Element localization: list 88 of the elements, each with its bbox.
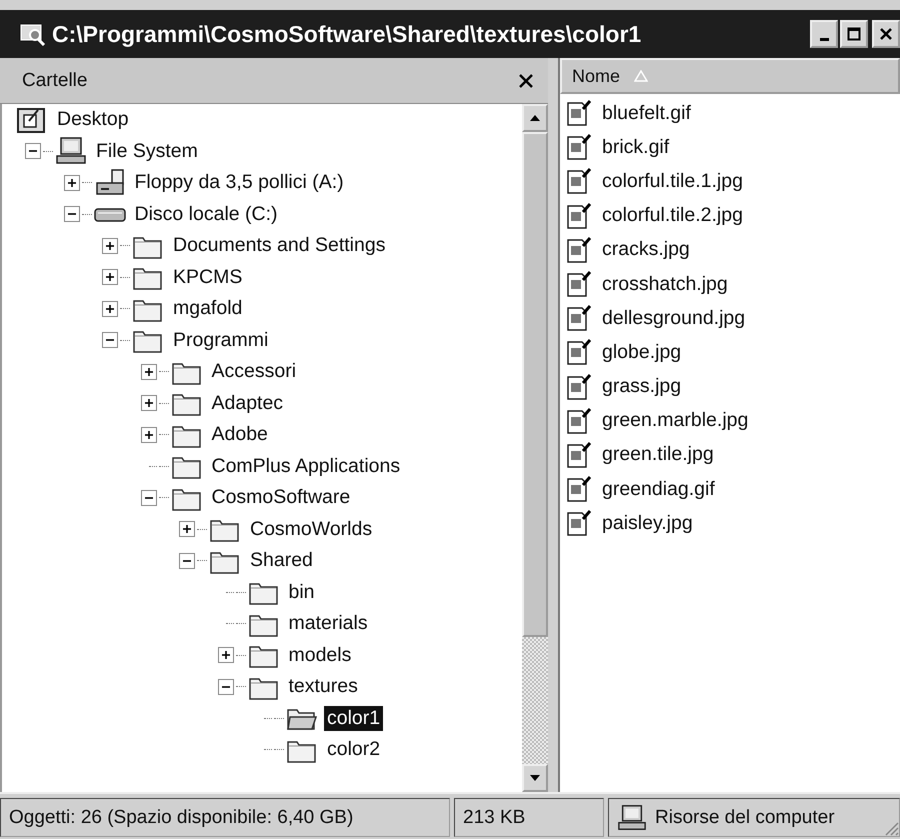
expand-toggle[interactable] — [140, 395, 156, 412]
tree-item[interactable]: Desktop — [54, 107, 132, 132]
tree-item[interactable]: KPCMS — [170, 264, 246, 290]
expand-toggle[interactable] — [218, 647, 234, 664]
expand-toggle[interactable] — [140, 426, 156, 443]
object-count: Oggetti: 26 (Spazio disponibile: 6,40 GB) — [9, 806, 354, 828]
image-file-icon — [566, 406, 594, 435]
vertical-scrollbar[interactable] — [522, 104, 548, 792]
file-item[interactable]: dellesground.jpg — [600, 306, 748, 330]
tree-item[interactable]: mgafold — [170, 296, 246, 322]
scroll-up-button[interactable] — [522, 104, 548, 132]
tree-item[interactable]: Adaptec — [208, 390, 286, 416]
tree-item[interactable]: bin — [286, 580, 318, 605]
computer-icon — [55, 137, 87, 166]
image-file-icon — [566, 475, 594, 504]
sort-ascending-icon — [634, 70, 648, 82]
maximize-button[interactable] — [840, 20, 868, 48]
file-item[interactable]: green.marble.jpg — [600, 409, 750, 432]
floppy-drive-icon — [94, 168, 126, 197]
tree-item[interactable]: Documents and Settings — [170, 233, 388, 258]
close-icon — [879, 27, 893, 41]
tree-item[interactable]: File System — [93, 138, 201, 164]
file-item[interactable]: cracks.jpg — [600, 238, 692, 262]
expand-toggle[interactable] — [25, 143, 41, 160]
computer-icon — [617, 804, 647, 832]
file-item[interactable]: greendiag.gif — [600, 478, 717, 501]
file-item[interactable]: green.tile.jpg — [600, 443, 716, 466]
image-file-icon — [566, 509, 594, 538]
tree-item[interactable]: Accessori — [208, 359, 300, 384]
expand-toggle[interactable] — [218, 678, 234, 695]
tree-item[interactable]: Disco locale (C:) — [132, 202, 281, 227]
tree-item[interactable]: color2 — [324, 737, 384, 762]
pane-title: Cartelle — [22, 70, 88, 92]
up-arrow-icon — [530, 115, 540, 121]
image-file-icon — [566, 270, 594, 298]
file-item[interactable]: grass.jpg — [600, 375, 684, 398]
expand-toggle[interactable] — [64, 206, 80, 222]
file-item[interactable]: globe.jpg — [600, 340, 684, 364]
selection-size: 213 KB — [463, 806, 526, 828]
expand-toggle[interactable] — [102, 332, 118, 348]
expand-toggle[interactable] — [64, 174, 80, 191]
expand-toggle[interactable] — [179, 552, 195, 569]
image-file-icon — [566, 99, 594, 128]
minimize-button[interactable] — [810, 20, 838, 48]
image-file-icon — [566, 167, 594, 196]
window-title: C:\Programmi\CosmoSoftware\Shared\textures\color1 — [52, 20, 642, 48]
file-item[interactable]: colorful.tile.1.jpg — [600, 170, 745, 193]
tree-item[interactable]: Floppy da 3,5 pollici (A:) — [132, 170, 347, 196]
tree-item[interactable]: models — [286, 642, 354, 668]
column-header[interactable]: Nome — [560, 58, 900, 94]
expand-toggle[interactable] — [179, 521, 195, 538]
close-icon — [518, 72, 534, 88]
tree-item[interactable]: CosmoSoftware — [208, 485, 354, 510]
down-arrow-icon — [530, 775, 540, 781]
tree-item[interactable]: textures — [286, 674, 361, 700]
tree-item[interactable]: ComPlus Applications — [208, 454, 404, 479]
expand-toggle[interactable] — [102, 269, 118, 286]
expand-toggle[interactable] — [140, 490, 156, 506]
location-label: Risorse del computer — [655, 806, 835, 828]
tree-item[interactable]: Shared — [247, 548, 316, 574]
maximize-icon — [847, 27, 861, 41]
close-button[interactable] — [872, 20, 900, 48]
minimize-icon — [820, 38, 828, 40]
image-file-icon — [566, 304, 594, 332]
image-file-icon — [566, 440, 594, 469]
folder-search-icon — [20, 22, 46, 46]
scroll-thumb[interactable] — [522, 132, 548, 637]
image-file-icon — [566, 133, 594, 162]
image-file-icon — [566, 372, 594, 401]
tree-item[interactable]: materials — [286, 611, 371, 636]
image-file-icon — [566, 338, 594, 366]
file-item[interactable]: brick.gif — [600, 136, 672, 159]
image-file-icon — [566, 236, 594, 264]
image-file-icon — [566, 202, 594, 230]
expand-toggle[interactable] — [140, 364, 156, 380]
file-item[interactable]: crosshatch.jpg — [600, 272, 730, 296]
expand-toggle[interactable] — [102, 300, 118, 317]
tree-item[interactable]: color1 — [324, 706, 384, 731]
expand-toggle[interactable] — [102, 238, 118, 254]
column-title: Nome — [572, 66, 620, 86]
scroll-down-button[interactable] — [522, 764, 548, 792]
file-item[interactable]: bluefelt.gif — [600, 102, 693, 125]
tree-item[interactable]: CosmoWorlds — [247, 516, 376, 542]
file-item[interactable]: colorful.tile.2.jpg — [600, 204, 745, 228]
resize-grip-icon[interactable] — [883, 820, 899, 836]
tree-item[interactable]: Programmi — [170, 328, 272, 353]
file-item[interactable]: paisley.jpg — [600, 512, 695, 535]
tree-item[interactable]: Adobe — [208, 422, 271, 448]
